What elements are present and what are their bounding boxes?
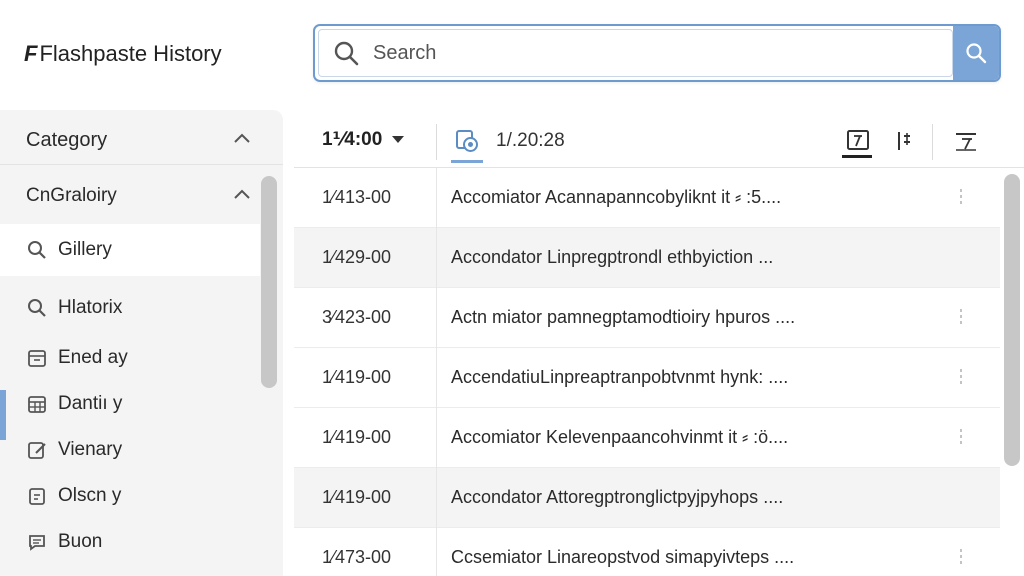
sidebar-item-label: Hlatorix [58,297,123,318]
sidebar-item-buon[interactable]: Buon [0,516,260,568]
time-secondary: 1/.20:28 [496,130,565,151]
cell-divider [436,228,437,288]
active-tool-indicator [842,155,872,158]
history-row[interactable]: 1⁄419-00 Accondator Attoregptronglictpyj… [294,468,1000,528]
row-text: Accondator Linpregptrondl ethbyiction ..… [451,247,774,267]
more-options-icon[interactable] [956,306,966,330]
search-field[interactable] [318,29,953,77]
sidebar-item-label: Buon [58,531,103,552]
search-input[interactable] [373,41,893,65]
time-filter-dropdown[interactable]: 1⅟4:00 [322,128,405,151]
row-text: Accomiator Acannapanncobyliknt it ⸗ :5..… [451,187,782,207]
row-time: 1⁄429-00 [322,247,392,267]
history-row[interactable]: 1⁄473-00 Ccsemiator Linareopstvod simapy… [294,528,1000,576]
copy-icon[interactable] [454,128,482,156]
row-text: Actn miator pamnegptamodtioiry hpuros ..… [451,307,796,327]
format-icon[interactable] [953,128,979,154]
cell-divider [436,168,437,228]
history-row[interactable]: 3⁄423-00 Actn miator pamnegptamodtioiry … [294,288,1000,348]
active-tab-indicator [451,160,483,163]
chevron-up-icon[interactable] [232,131,252,145]
history-row[interactable]: 1⁄419-00 Accomiator Kelevenpaancohvinmt … [294,408,1000,468]
search-bar [313,24,1001,82]
sidebar-item-dantiy[interactable]: Dantiı y [0,378,260,430]
more-options-icon[interactable] [956,546,966,570]
more-options-icon[interactable] [956,366,966,390]
sidebar-divider [0,164,283,165]
search-icon [26,239,48,261]
sidebar-section-label: Category [26,128,108,151]
cell-divider [436,408,437,468]
sidebar-item-label: Dantiı y [58,393,123,414]
row-text: AccendatiuLinpreaptranpobtvnmt hynk: ...… [451,367,789,387]
row-text: Accondator Attoregptronglictpyjpyhops ..… [451,487,784,507]
toolbar-divider [932,124,933,160]
sidebar-item-ened-ay[interactable]: Ened ay [0,332,260,384]
document-icon [26,485,48,507]
row-time: 1⁄473-00 [322,547,392,567]
more-options-icon[interactable] [956,426,966,450]
sidebar-section-cngraloiry[interactable]: CnGraloiry [0,170,260,222]
sidebar-item-label: Vienary [58,439,123,460]
sidebar-item-vienary[interactable]: Vienary [0,424,260,476]
sidebar-item-hlatorix[interactable]: Hlatorix [0,282,260,334]
split-icon[interactable] [890,128,916,154]
calendar-icon [26,347,48,369]
row-text: Ccsemiator Linareopstvod simapyivteps ..… [451,547,795,567]
grid-calendar-icon [26,393,48,415]
search-icon [334,41,359,66]
chevron-up-icon[interactable] [232,187,252,201]
search-icon [966,43,987,64]
search-button[interactable] [953,26,999,80]
history-panel: 1⅟4:00 1/.20:28 1⁄413-00 Accomiator Acan… [294,112,1024,576]
row-time: 3⁄423-00 [322,307,392,327]
cell-divider [436,348,437,408]
app-logo-icon: F [24,41,38,66]
history-row[interactable]: 1⁄413-00 Accomiator Acannapanncobyliknt … [294,168,1000,228]
history-row[interactable]: 1⁄419-00 AccendatiuLinpreaptranpobtvnmt … [294,348,1000,408]
history-scrollbar[interactable] [1004,174,1020,466]
sidebar-item-label: Ened ay [58,347,128,368]
sidebar-section-label: CnGraloiry [26,185,117,206]
cell-divider [436,288,437,348]
edit-note-icon [26,439,48,461]
sidebar-item-label: Olscn y [58,485,122,506]
history-toolbar: 1⅟4:00 1/.20:28 [294,112,1024,168]
app-title-text: Flashpaste History [39,41,222,66]
sidebar-section-category[interactable]: Category [0,114,260,166]
cell-divider [436,468,437,528]
cell-divider [436,528,437,576]
caret-down-icon [392,135,405,143]
more-options-icon[interactable] [956,186,966,210]
row-time: 1⁄419-00 [322,367,392,387]
app-title: F Flashpaste History [24,38,222,70]
sidebar-item-label: Gillery [58,239,112,260]
history-row[interactable]: 1⁄429-00 Accondator Linpregptrondl ethby… [294,228,1000,288]
chat-icon [26,531,48,553]
row-text: Accomiator Kelevenpaancohvinmt it ⸗ :ö..… [451,427,789,447]
sidebar-scrollbar[interactable] [261,176,277,388]
row-time: 1⁄419-00 [322,427,392,447]
row-time: 1⁄419-00 [322,487,392,507]
sidebar: Category CnGraloiry Gillery Hlatorix Ene… [0,110,283,576]
search-icon [26,297,48,319]
toolbar-divider [436,124,437,160]
sidebar-item-gillery[interactable]: Gillery [0,224,260,276]
time-filter-value: 1⅟4:00 [322,129,383,150]
sidebar-item-olscny[interactable]: Olscn y [0,470,260,522]
row-time: 1⁄413-00 [322,187,392,207]
paste-icon[interactable] [845,128,871,154]
